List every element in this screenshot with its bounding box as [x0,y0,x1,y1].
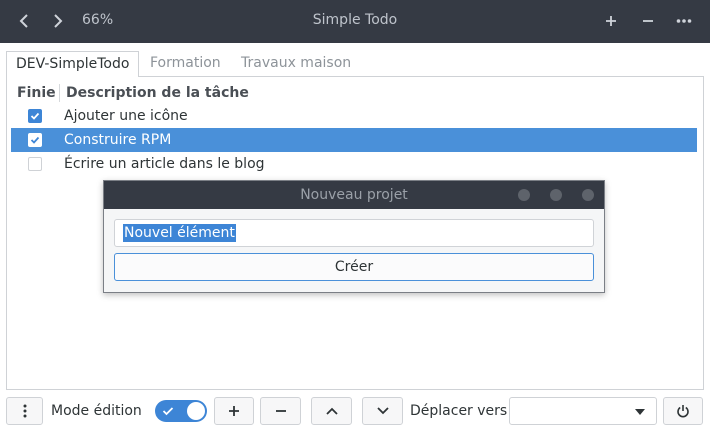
edit-mode-label: Mode édition [51,403,142,419]
column-header-description[interactable]: Description de la tâche [66,84,249,102]
task-description: Construire RPM [64,132,172,148]
dialog-minimize-icon[interactable] [518,189,530,201]
add-project-button[interactable] [598,8,624,34]
plus-icon [606,16,616,26]
header-bar: 66% Simple Todo [0,0,710,43]
options-button[interactable] [6,397,43,425]
chevron-up-icon [325,407,338,415]
create-button[interactable]: Créer [114,253,594,281]
plus-icon [229,406,239,416]
check-icon [30,136,40,144]
done-checkbox[interactable] [28,109,42,123]
move-to-label: Déplacer vers [410,403,508,419]
dialog-maximize-icon[interactable] [550,189,562,201]
chevron-left-icon [19,14,28,28]
column-separator [59,84,60,102]
tab-travaux-maison[interactable]: Travaux maison [241,51,351,77]
table-row[interactable]: Construire RPM [11,128,697,152]
new-project-dialog: Nouveau projet Nouvel élément Créer [103,180,605,293]
selected-input-text: Nouvel élément [123,224,236,242]
move-to-dropdown[interactable] [509,397,657,425]
task-description: Écrire un article dans le blog [64,156,265,172]
chevron-right-icon [54,14,63,28]
dialog-titlebar[interactable]: Nouveau projet [104,181,604,209]
power-button[interactable] [663,397,703,425]
minus-icon [275,410,286,412]
check-icon [30,112,40,120]
column-header-done[interactable]: Finie [17,84,56,102]
switch-knob [187,402,205,420]
move-up-button[interactable] [311,397,352,425]
dropdown-arrow-icon [635,409,645,415]
remove-task-button[interactable] [260,397,301,425]
check-icon [162,407,174,416]
task-description: Ajouter une icône [64,108,188,124]
more-vertical-icon [23,404,26,418]
tab-dev-simpletodo[interactable]: DEV-SimpleTodo [6,51,140,77]
power-icon [677,405,689,418]
add-task-button[interactable] [214,397,254,425]
table-row[interactable]: Écrire un article dans le blog [11,152,697,176]
zoom-level: 66% [82,12,114,28]
dialog-close-icon[interactable] [582,189,594,201]
done-checkbox[interactable] [28,133,42,147]
remove-project-button[interactable] [635,8,661,34]
chevron-down-icon [376,407,389,415]
minus-icon [643,20,653,22]
table-row[interactable]: Ajouter une icône [11,104,697,128]
edit-mode-switch[interactable] [155,400,207,422]
menu-button[interactable] [671,8,697,34]
done-checkbox[interactable] [28,157,42,171]
tab-formation[interactable]: Formation [150,51,221,77]
more-horizontal-icon [676,19,692,23]
move-down-button[interactable] [362,397,403,425]
back-button[interactable] [11,8,37,34]
forward-button[interactable] [45,8,71,34]
